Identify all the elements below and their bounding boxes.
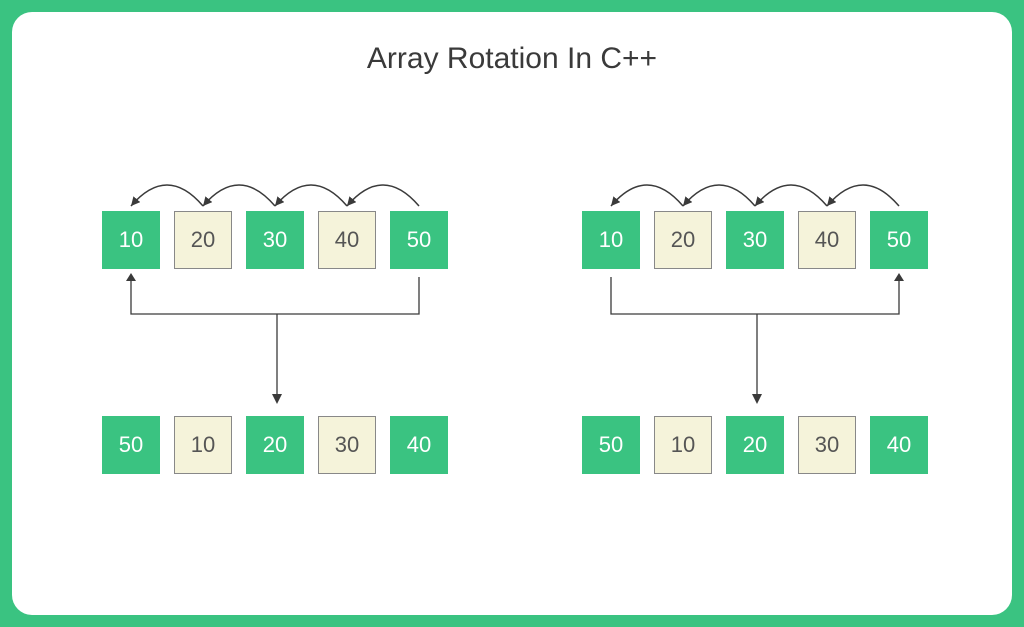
array-cell: 20	[174, 211, 232, 269]
left-top-array: 10 20 30 40 50	[102, 211, 448, 269]
right-result-arrow	[737, 314, 777, 414]
array-cell: 10	[582, 211, 640, 269]
right-bottom-array: 50 10 20 30 40	[582, 416, 928, 474]
left-result-arrow	[257, 314, 297, 414]
array-cell: 50	[582, 416, 640, 474]
array-cell: 30	[246, 211, 304, 269]
array-cell: 20	[246, 416, 304, 474]
array-cell: 40	[390, 416, 448, 474]
array-cell: 20	[726, 416, 784, 474]
array-cell: 30	[798, 416, 856, 474]
array-cell: 30	[726, 211, 784, 269]
array-cell: 10	[102, 211, 160, 269]
array-cell: 40	[798, 211, 856, 269]
diagram-frame: Array Rotation In C++ 10 20 30 40 50	[12, 12, 1012, 615]
array-cell: 10	[654, 416, 712, 474]
right-top-arcs	[582, 156, 942, 216]
right-wrap-arrow	[582, 269, 942, 349]
diagram-stage: 10 20 30 40 50	[52, 136, 972, 586]
diagram-title: Array Rotation In C++	[52, 42, 972, 76]
array-cell: 50	[870, 211, 928, 269]
left-wrap-arrow	[102, 269, 462, 349]
right-top-array: 10 20 30 40 50	[582, 211, 928, 269]
array-cell: 30	[318, 416, 376, 474]
array-cell: 40	[870, 416, 928, 474]
array-cell: 50	[390, 211, 448, 269]
array-cell: 40	[318, 211, 376, 269]
array-cell: 10	[174, 416, 232, 474]
left-top-arcs	[102, 156, 462, 216]
left-bottom-array: 50 10 20 30 40	[102, 416, 448, 474]
array-cell: 50	[102, 416, 160, 474]
array-cell: 20	[654, 211, 712, 269]
